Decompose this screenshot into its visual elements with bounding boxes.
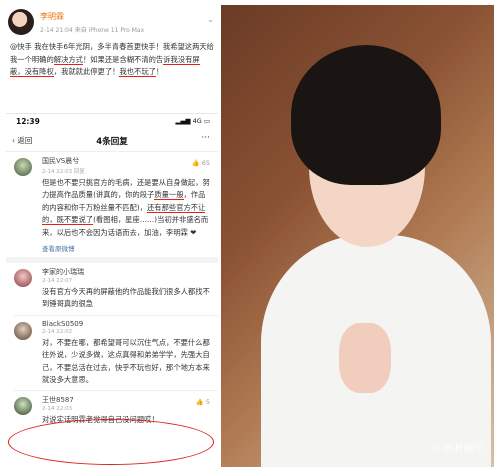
weibo-screenshot-panel: 李明霖 2-14 21:04 来自 iPhone 11 Pro Max ⌄ @快… bbox=[6, 5, 218, 467]
avatar[interactable] bbox=[14, 321, 32, 340]
comment-time: 2-14 22:03 回复 bbox=[42, 169, 85, 175]
more-icon[interactable]: ··· bbox=[201, 133, 210, 143]
post-meta: 2-14 21:04 来自 iPhone 11 Pro Max bbox=[40, 27, 145, 34]
comment-username[interactable]: 李家的小瑞瑞 bbox=[42, 267, 212, 277]
watermark: ◎ 剖析娱乐 bbox=[432, 444, 484, 455]
comment-username[interactable]: BlackS0509 bbox=[42, 320, 212, 328]
view-original-link[interactable]: 查看原微博 bbox=[42, 243, 212, 253]
like-button[interactable]: 👍 65 bbox=[192, 159, 210, 167]
post-username[interactable]: 李明霖 bbox=[40, 11, 64, 22]
post-text-part: ！如果还是含糊不清的告 bbox=[82, 54, 164, 64]
comment-text: 对，不要在哪，都希望哥可以沉住气点，不要什么都往外说，少说多做，这点真得和弟弟学… bbox=[42, 337, 210, 385]
post-text-part: ，我就就此停更了！ bbox=[53, 67, 120, 76]
comment-text: 没有官方今天再的屏蔽他的作品能我们很多人都找不到锤哥真的很急 bbox=[42, 287, 210, 309]
person-hand bbox=[339, 323, 391, 393]
avatar[interactable] bbox=[14, 397, 32, 416]
signal-icon: ▂▄▆ 4G ▭ bbox=[175, 117, 210, 125]
post-header: 李明霖 2-14 21:04 来自 iPhone 11 Pro Max ⌄ bbox=[6, 5, 218, 39]
comment-text-underlined: 质量一般 bbox=[154, 190, 184, 201]
chevron-down-icon[interactable]: ⌄ bbox=[207, 15, 214, 24]
like-count: 65 bbox=[201, 159, 210, 167]
comment-time: 2-14 22:07 bbox=[42, 278, 73, 285]
section-divider bbox=[6, 257, 218, 264]
photo-panel: ◎ 剖析娱乐 bbox=[221, 5, 494, 467]
comment-text: 对说实话明霖老觉得自己没问题哎！ bbox=[42, 415, 159, 425]
comment-username[interactable]: 王世8587 bbox=[42, 395, 212, 405]
avatar[interactable] bbox=[14, 269, 32, 288]
post-text-part: ！ bbox=[155, 67, 164, 76]
status-time: 12:39 bbox=[16, 117, 40, 126]
avatar[interactable] bbox=[14, 158, 32, 176]
comment-item: BlackS0509 2-14 22:02 对，不要在哪，都希望哥可以沉住气点，… bbox=[6, 320, 218, 387]
person-hair bbox=[291, 45, 441, 185]
like-button[interactable]: 👍 5 bbox=[196, 398, 210, 406]
network-label: 4G bbox=[192, 117, 202, 125]
divider bbox=[14, 314, 218, 316]
comment-username[interactable]: 国民VS晨兮 bbox=[42, 156, 212, 166]
like-count: 5 bbox=[205, 398, 210, 407]
post-text-underlined: 解决方式 bbox=[53, 54, 83, 65]
divider bbox=[14, 390, 218, 392]
comment-item: 王世8587 2-14 22:03 👍 5 对说实话明霖老觉得自己没问题哎！ bbox=[6, 395, 218, 426]
post-text-underlined: 我也不玩了 bbox=[119, 67, 156, 77]
comment-time: 2-14 22:02 bbox=[42, 328, 73, 335]
comment-text: 但是也不要只挑官方的毛病，还是要从自身做起，努力提高作品质量(讲真的，你的段子质… bbox=[42, 177, 212, 239]
avatar[interactable] bbox=[8, 9, 34, 35]
page-title: 4条回复 bbox=[96, 137, 128, 147]
phone-screenshot: 12:39 ▂▄▆ 4G ▭ ‹ 返回 4条回复 ··· 国民VS晨兮 2-14… bbox=[6, 113, 218, 467]
comment-item: 国民VS晨兮 2-14 22:03 回复 👍 65 但是也不要只挑官方的毛病，还… bbox=[6, 156, 218, 253]
comment-item: 李家的小瑞瑞 2-14 22:07 没有官方今天再的屏蔽他的作品能我们很多人都找… bbox=[6, 267, 218, 311]
nav-bar: ‹ 返回 4条回复 ··· bbox=[6, 130, 218, 152]
status-bar: 12:39 ▂▄▆ 4G ▭ bbox=[6, 114, 218, 130]
watermark-text: 剖析娱乐 bbox=[444, 444, 484, 455]
post-text: @快手 我在快手6年光阴，多半青春首更快手！我希望这两天给我一个明确的解决方式！… bbox=[6, 39, 218, 109]
comment-time: 2-14 22:03 bbox=[42, 406, 73, 413]
